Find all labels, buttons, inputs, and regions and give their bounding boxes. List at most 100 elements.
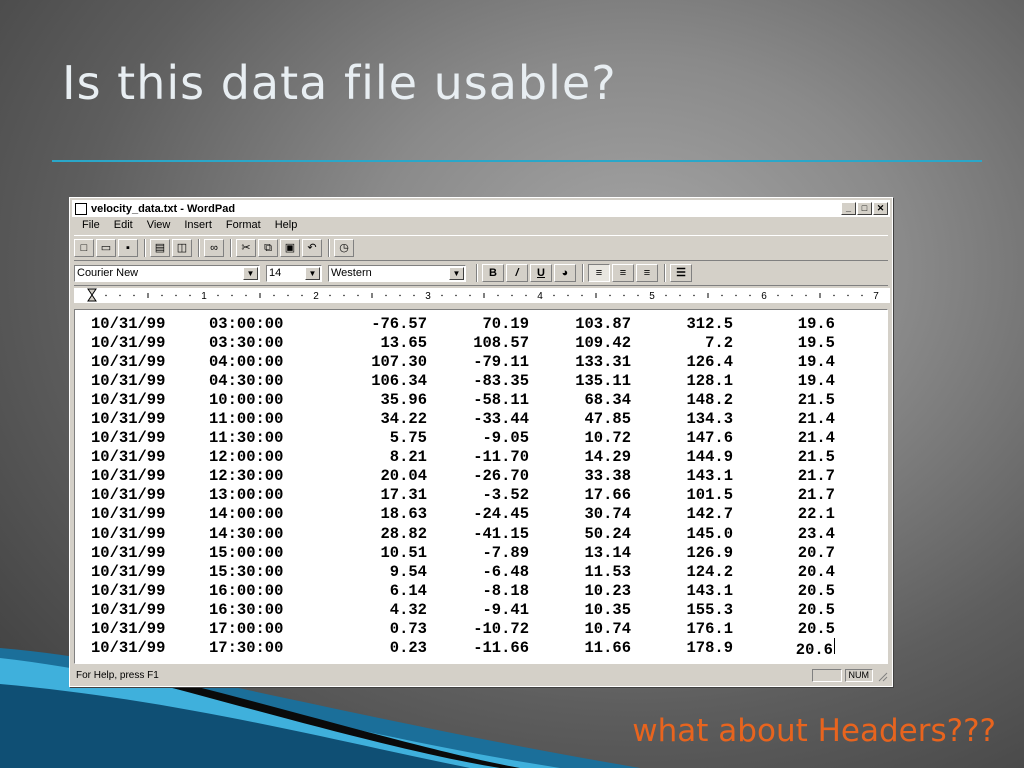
underline-button[interactable]: U	[530, 264, 552, 282]
undo-icon[interactable]: ↶	[302, 239, 322, 257]
title-bar[interactable]: velocity_data.txt - WordPad _ □ ✕	[72, 200, 890, 217]
resize-grip-icon[interactable]	[876, 670, 888, 682]
data-rows: 10/31/99 03:00:00 -76.57 70.19 103.87 312.5 19…	[91, 314, 835, 659]
save-disk-icon[interactable]: ▪	[118, 239, 138, 257]
bold-button[interactable]: B	[482, 264, 504, 282]
cell-value: 4.32	[389, 600, 427, 619]
cell-value: 155.3	[686, 600, 733, 619]
bullets-icon[interactable]: ☰	[670, 264, 692, 282]
cell-value: 126.9	[686, 543, 733, 562]
cell-date: 10/31/99	[91, 524, 166, 543]
align-left-icon[interactable]: ≡	[588, 264, 610, 282]
cell-value: 19.4	[797, 352, 835, 371]
cell-time: 14:00:00	[209, 505, 284, 524]
minimize-button[interactable]: _	[841, 202, 856, 215]
script-select[interactable]: Western ▼	[328, 264, 466, 282]
standard-toolbar: □ ▭ ▪ ▤ ◫ ∞ ✂ ⧉ ▣ ↶ ◷	[74, 235, 888, 261]
ruler-tick	[581, 294, 583, 297]
cell-value: -9.05	[482, 429, 529, 448]
ruler-tick	[693, 294, 695, 297]
cell-value: 7.2	[705, 333, 733, 352]
ruler-tick	[189, 294, 191, 297]
cell-value: -11.70	[473, 448, 529, 467]
close-button[interactable]: ✕	[873, 202, 888, 215]
cell-date: 10/31/99	[91, 562, 166, 581]
ruler[interactable]: 1 2 3 4 5 6 7	[74, 287, 890, 305]
cell-date: 10/31/99	[91, 390, 166, 409]
align-center-icon[interactable]: ≡	[612, 264, 634, 282]
cell-value: 135.11	[575, 371, 631, 390]
font-name-select[interactable]: Courier New ▼	[74, 264, 260, 282]
cell-value: -24.45	[473, 505, 529, 524]
find-binoculars-icon[interactable]: ∞	[204, 239, 224, 257]
cell-value: 147.6	[686, 429, 733, 448]
chevron-down-icon[interactable]: ▼	[305, 266, 320, 280]
cell-value: -26.70	[473, 467, 529, 486]
ruler-tick	[469, 294, 471, 297]
ruler-tick	[245, 294, 247, 297]
chevron-down-icon[interactable]: ▼	[243, 266, 258, 280]
status-help-text: For Help, press F1	[76, 670, 159, 681]
font-color-palette-icon[interactable]: ◕	[554, 264, 576, 282]
new-document-icon[interactable]: □	[74, 239, 94, 257]
font-size-select[interactable]: 14 ▼	[266, 264, 322, 282]
cell-value: 9.54	[389, 562, 427, 581]
cell-value: 68.34	[584, 390, 631, 409]
menu-file[interactable]: File	[80, 218, 102, 234]
table-row: 10/31/99 03:30:00 13.65 108.57 109.42 7.2 19.5	[91, 333, 835, 352]
ruler-tick	[735, 294, 737, 297]
cell-value: -83.35	[473, 371, 529, 390]
cell-date: 10/31/99	[91, 581, 166, 600]
maximize-button[interactable]: □	[857, 202, 872, 215]
cell-value: 21.4	[797, 429, 835, 448]
num-lock-indicator: NUM	[844, 669, 873, 682]
table-row: 10/31/99 16:30:00 4.32 -9.41 10.35 155.3 20.5	[91, 600, 835, 619]
ruler-tick	[861, 294, 863, 297]
menu-format[interactable]: Format	[224, 218, 263, 234]
chevron-down-icon[interactable]: ▼	[449, 266, 464, 280]
cell-value: -11.66	[473, 639, 529, 658]
table-row: 10/31/99 14:30:00 28.82 -41.15 50.24 145.0 23.…	[91, 524, 835, 543]
text-caret	[834, 637, 835, 654]
print-preview-icon[interactable]: ◫	[172, 239, 192, 257]
menu-insert[interactable]: Insert	[182, 218, 214, 234]
cell-time: 04:30:00	[209, 371, 284, 390]
cell-value: 103.87	[575, 314, 631, 333]
cell-value: 312.5	[686, 314, 733, 333]
menu-view[interactable]: View	[145, 218, 173, 234]
cell-value: 143.1	[686, 467, 733, 486]
cell-value: 28.82	[380, 524, 427, 543]
cut-scissors-icon[interactable]: ✂	[236, 239, 256, 257]
table-row: 10/31/99 11:30:00 5.75 -9.05 10.72 147.6 21.4	[91, 429, 835, 448]
ruler-tick	[637, 294, 639, 297]
align-right-icon[interactable]: ≡	[636, 264, 658, 282]
ruler-tick	[217, 294, 219, 297]
open-folder-icon[interactable]: ▭	[96, 239, 116, 257]
insert-date-time-icon[interactable]: ◷	[334, 239, 354, 257]
table-row: 10/31/99 03:00:00 -76.57 70.19 103.87 312.5 19…	[91, 314, 835, 333]
italic-icon[interactable]: /	[506, 264, 528, 282]
menu-edit[interactable]: Edit	[112, 218, 135, 234]
cell-value: 107.30	[371, 352, 427, 371]
document-area[interactable]: 10/31/99 03:00:00 -76.57 70.19 103.87 312.5 19…	[74, 309, 888, 664]
paste-clipboard-icon[interactable]: ▣	[280, 239, 300, 257]
cell-time: 11:00:00	[209, 410, 284, 429]
copy-icon[interactable]: ⧉	[258, 239, 278, 257]
ruler-tick	[413, 294, 415, 297]
cell-value: 144.9	[686, 448, 733, 467]
cell-time: 15:00:00	[209, 543, 284, 562]
ruler-number: 3	[425, 291, 431, 302]
menu-help[interactable]: Help	[273, 218, 300, 234]
ruler-number: 2	[313, 291, 319, 302]
ruler-tick	[441, 294, 443, 297]
table-row: 10/31/99 11:00:00 34.22 -33.44 47.85 134.3 21.…	[91, 409, 835, 428]
cell-time: 03:30:00	[209, 333, 284, 352]
print-icon[interactable]: ▤	[150, 239, 170, 257]
ruler-tick	[329, 294, 331, 297]
cell-time: 17:30:00	[209, 639, 284, 658]
slide-title: Is this data file usable?	[62, 56, 617, 110]
cell-value: 8.21	[389, 448, 427, 467]
cell-value: 5.75	[389, 429, 427, 448]
cell-value: 20.4	[797, 562, 835, 581]
cell-value: 21.5	[797, 448, 835, 467]
